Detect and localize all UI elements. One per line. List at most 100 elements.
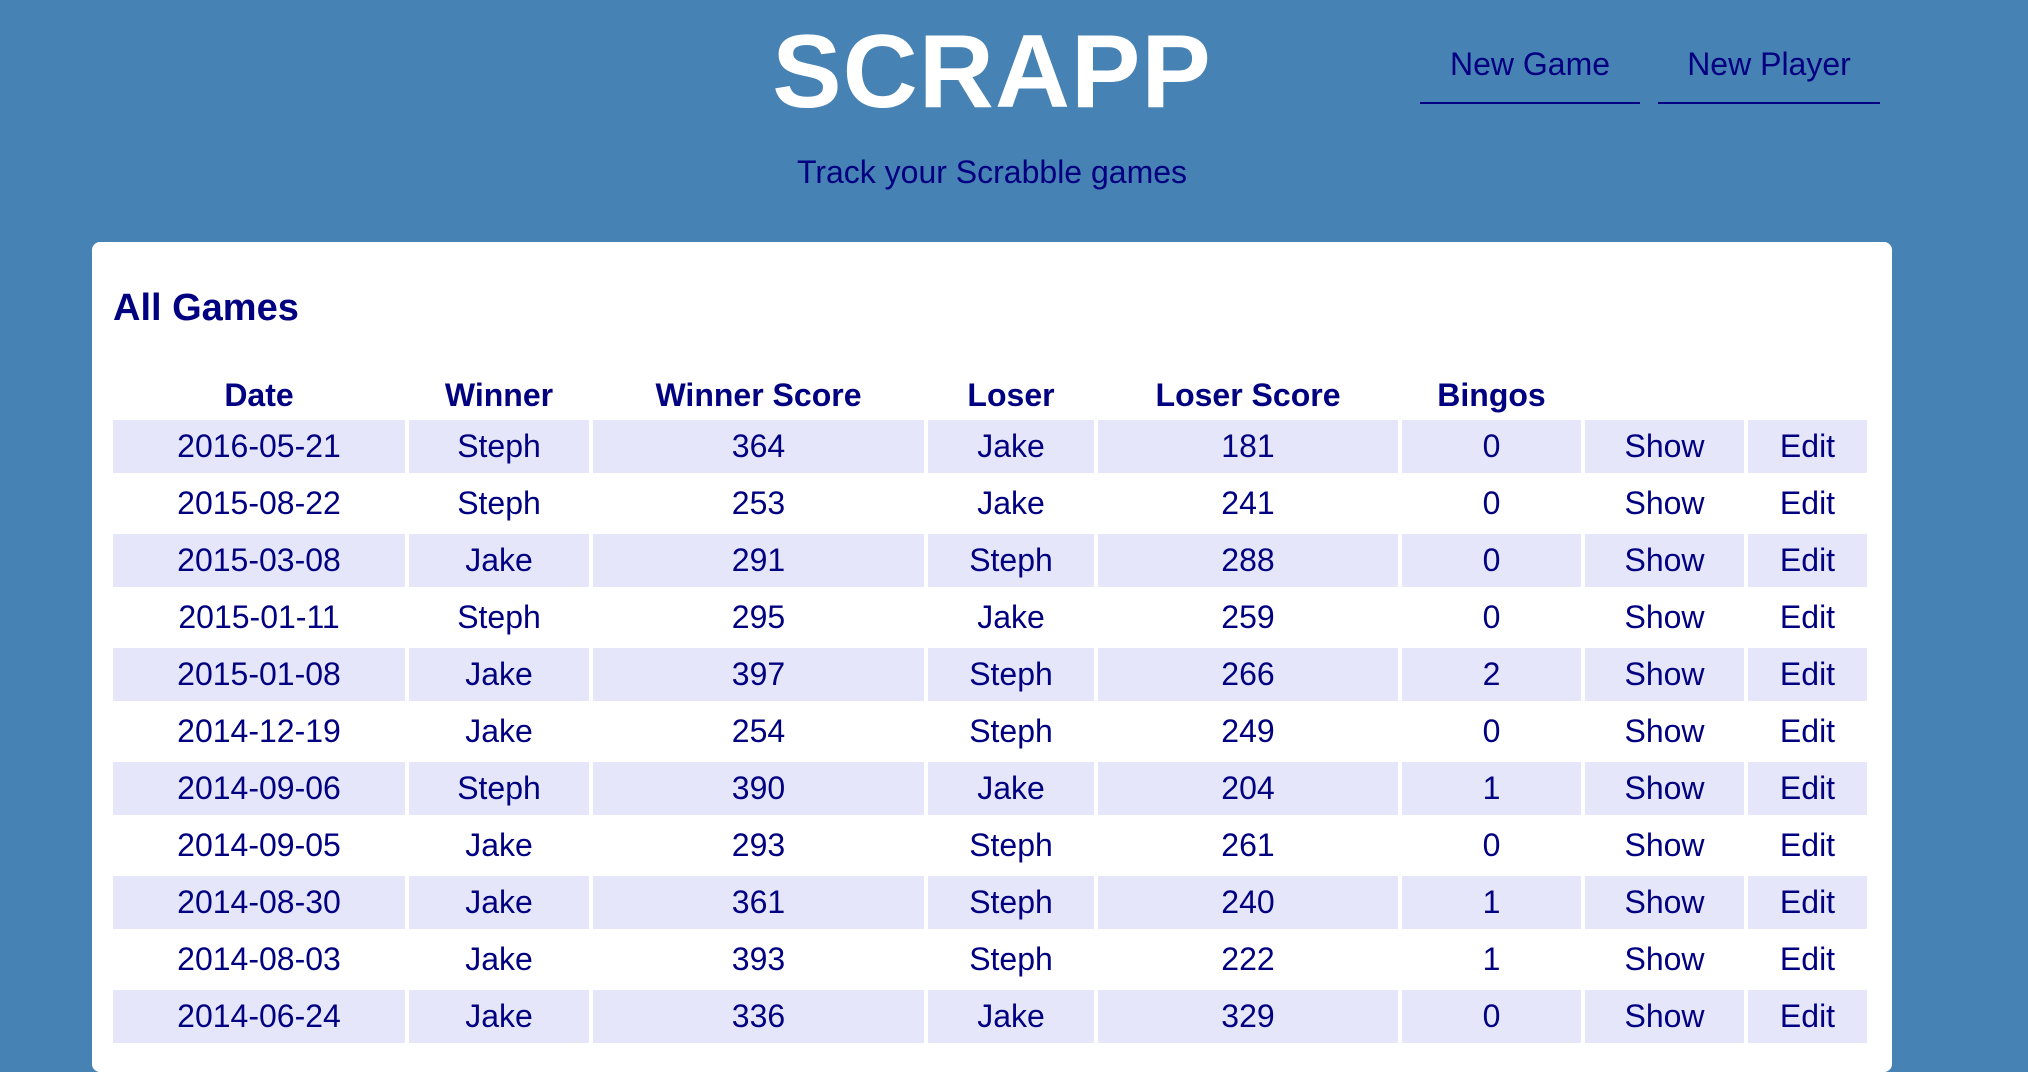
cell-loser: Jake <box>928 762 1094 815</box>
table-row: 2014-06-24 Jake 336 Jake 329 0 Show Edit <box>113 990 1867 1043</box>
table-row: 2015-01-08 Jake 397 Steph 266 2 Show Edi… <box>113 648 1867 701</box>
cell-date: 2015-08-22 <box>177 485 341 521</box>
cell-loser: Steph <box>928 648 1094 701</box>
edit-link[interactable]: Edit <box>1748 591 1867 644</box>
cell-loser: Steph <box>969 713 1053 749</box>
show-link[interactable]: Show <box>1585 819 1744 872</box>
cell-winner: Jake <box>465 941 533 977</box>
edit-link[interactable]: Edit <box>1748 705 1867 758</box>
cell-winner: Steph <box>457 599 541 635</box>
show-link[interactable]: Show <box>1585 876 1744 929</box>
cell-winner-score: 361 <box>593 876 924 929</box>
cell-winner: Jake <box>465 713 533 749</box>
show-link[interactable]: Show <box>1585 705 1744 758</box>
cell-loser: Steph <box>928 534 1094 587</box>
cell-winner-score: 291 <box>593 534 924 587</box>
column-header-date: Date <box>224 377 294 413</box>
table-row: 2014-08-03 Jake 393 Steph 222 1 Show Edi… <box>113 933 1867 986</box>
column-header-loser: Loser <box>967 377 1055 413</box>
cell-loser: Steph <box>928 876 1094 929</box>
edit-link[interactable]: Edit <box>1748 477 1867 530</box>
cell-bingos: 2 <box>1402 648 1581 701</box>
column-header-edit <box>1748 374 1867 416</box>
table-row: 2014-09-05 Jake 293 Steph 261 0 Show Edi… <box>113 819 1867 872</box>
cell-loser-score: 261 <box>1221 827 1275 863</box>
cell-bingos: 0 <box>1482 827 1501 863</box>
cell-date: 2016-05-21 <box>113 420 405 473</box>
cell-loser-score: 222 <box>1221 941 1275 977</box>
cell-loser: Jake <box>928 420 1094 473</box>
new-player-link[interactable]: New Player <box>1658 36 1880 104</box>
column-header-winner: Winner <box>444 377 554 413</box>
cell-winner-score: 390 <box>593 762 924 815</box>
edit-link[interactable]: Edit <box>1748 648 1867 701</box>
cell-loser: Steph <box>969 941 1053 977</box>
cell-loser-score: 259 <box>1221 599 1275 635</box>
edit-link[interactable]: Edit <box>1748 819 1867 872</box>
table-row: 2015-01-11 Steph 295 Jake 259 0 Show Edi… <box>113 591 1867 644</box>
cell-winner-score: 364 <box>593 420 924 473</box>
cell-winner: Jake <box>409 648 589 701</box>
cell-loser-score: 266 <box>1098 648 1398 701</box>
show-link[interactable]: Show <box>1585 762 1744 815</box>
cell-date: 2014-08-03 <box>177 941 341 977</box>
cell-loser-score: 249 <box>1221 713 1275 749</box>
table-row: 2014-08-30 Jake 361 Steph 240 1 Show Edi… <box>113 876 1867 929</box>
edit-link[interactable]: Edit <box>1748 420 1867 473</box>
new-game-link[interactable]: New Game <box>1420 36 1640 104</box>
cell-date: 2014-09-05 <box>177 827 341 863</box>
games-heading: All Games <box>113 287 299 329</box>
show-link[interactable]: Show <box>1585 933 1744 986</box>
cell-date: 2014-08-30 <box>113 876 405 929</box>
table-row: 2015-08-22 Steph 253 Jake 241 0 Show Edi… <box>113 477 1867 530</box>
cell-loser: Jake <box>928 990 1094 1043</box>
cell-loser: Jake <box>977 485 1045 521</box>
show-link[interactable]: Show <box>1585 990 1744 1043</box>
table-row: 2015-03-08 Jake 291 Steph 288 0 Show Edi… <box>113 534 1867 587</box>
cell-loser-score: 329 <box>1098 990 1398 1043</box>
table-header-row: Date Winner Winner Score Loser Loser Sco… <box>113 374 1867 416</box>
column-header-loser-score: Loser Score <box>1155 377 1341 413</box>
table-row: 2014-09-06 Steph 390 Jake 204 1 Show Edi… <box>113 762 1867 815</box>
cell-winner: Steph <box>457 485 541 521</box>
cell-bingos: 1 <box>1402 876 1581 929</box>
edit-link[interactable]: Edit <box>1748 990 1867 1043</box>
cell-loser-score: 204 <box>1098 762 1398 815</box>
cell-loser: Jake <box>977 599 1045 635</box>
cell-bingos: 1 <box>1482 941 1501 977</box>
cell-bingos: 0 <box>1482 485 1501 521</box>
cell-bingos: 1 <box>1402 762 1581 815</box>
cell-bingos: 0 <box>1402 534 1581 587</box>
cell-date: 2015-01-08 <box>113 648 405 701</box>
cell-winner: Steph <box>409 420 589 473</box>
cell-winner: Jake <box>409 990 589 1043</box>
table-row: 2014-12-19 Jake 254 Steph 249 0 Show Edi… <box>113 705 1867 758</box>
column-header-show <box>1585 374 1744 416</box>
cell-winner-score: 254 <box>731 713 786 749</box>
cell-loser: Steph <box>969 827 1053 863</box>
edit-link[interactable]: Edit <box>1748 933 1867 986</box>
column-header-winner-score: Winner Score <box>655 377 862 413</box>
cell-bingos: 0 <box>1482 599 1501 635</box>
column-header-bingos: Bingos <box>1437 377 1546 413</box>
edit-link[interactable]: Edit <box>1748 876 1867 929</box>
edit-link[interactable]: Edit <box>1748 762 1867 815</box>
cell-winner: Jake <box>465 827 533 863</box>
show-link[interactable]: Show <box>1585 591 1744 644</box>
cell-date: 2014-12-19 <box>177 713 341 749</box>
cell-date: 2014-06-24 <box>113 990 405 1043</box>
edit-link[interactable]: Edit <box>1748 534 1867 587</box>
show-link[interactable]: Show <box>1585 648 1744 701</box>
games-table: Date Winner Winner Score Loser Loser Sco… <box>109 370 1871 1047</box>
table-row: 2016-05-21 Steph 364 Jake 181 0 Show Edi… <box>113 420 1867 473</box>
cell-bingos: 0 <box>1482 713 1501 749</box>
cell-bingos: 0 <box>1402 990 1581 1043</box>
cell-loser-score: 181 <box>1098 420 1398 473</box>
show-link[interactable]: Show <box>1585 420 1744 473</box>
show-link[interactable]: Show <box>1585 534 1744 587</box>
cell-winner: Jake <box>409 876 589 929</box>
cell-winner-score: 336 <box>593 990 924 1043</box>
cell-loser-score: 241 <box>1221 485 1275 521</box>
show-link[interactable]: Show <box>1585 477 1744 530</box>
cell-winner-score: 295 <box>731 599 786 635</box>
